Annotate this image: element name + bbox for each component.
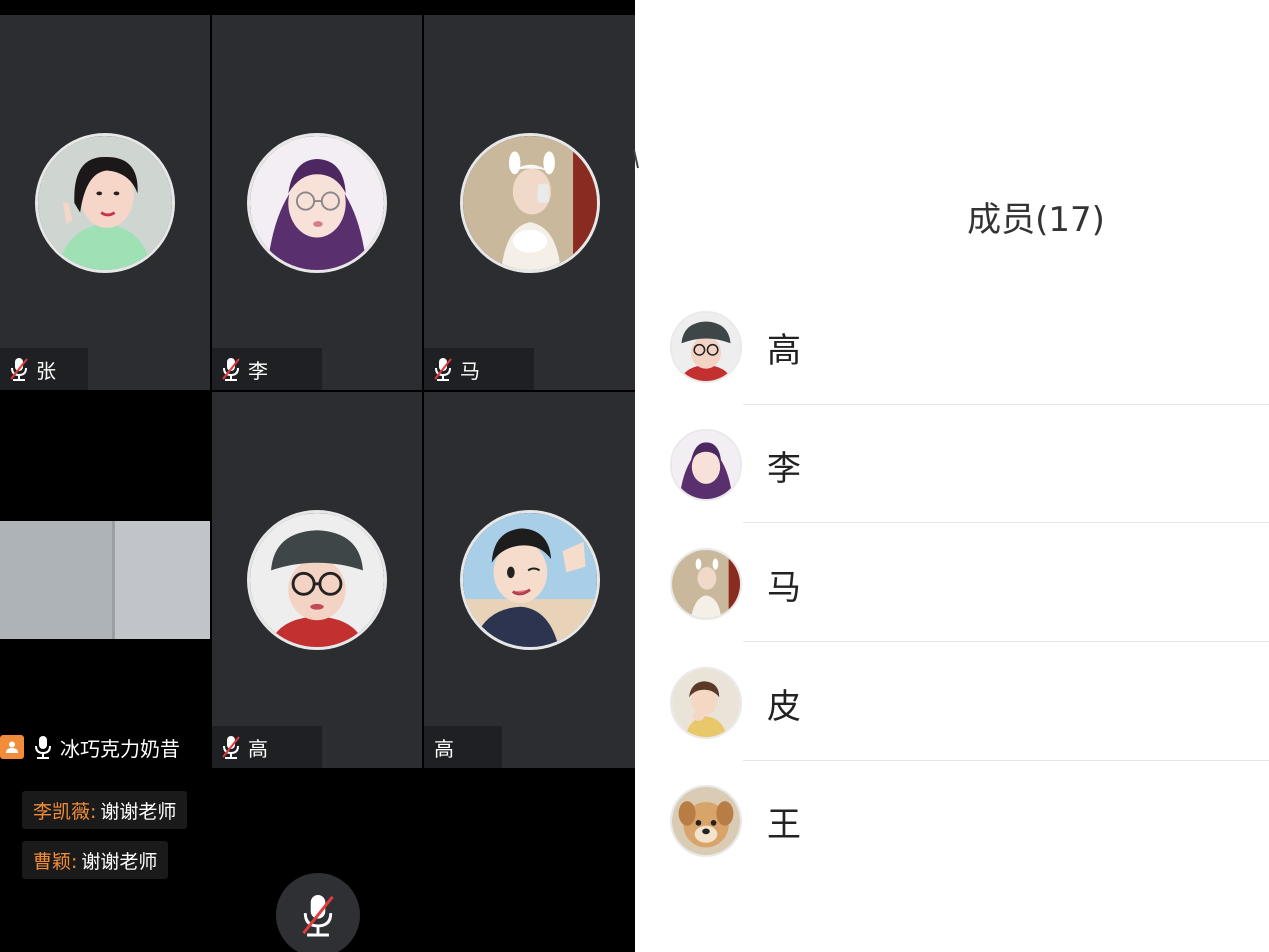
chat-text: 谢谢老师 — [100, 800, 177, 823]
participant-name: 李 — [248, 358, 268, 383]
member-panel: 成员(17) 高 李 马 皮 王 — [635, 0, 1269, 952]
participant-name-tag: 冰巧克力奶昔 — [0, 726, 210, 768]
participant-tile[interactable]: 张 — [0, 15, 210, 390]
chat-message: 曹颖: 谢谢老师 — [22, 841, 169, 879]
divider — [743, 641, 1269, 642]
participant-avatar — [247, 132, 387, 273]
participant-tile[interactable]: 李 — [212, 15, 422, 390]
chat-text: 谢谢老师 — [81, 850, 158, 873]
mic-muted-icon — [302, 895, 334, 937]
participant-tile[interactable]: 马 — [424, 15, 635, 390]
member-name: 李 — [767, 449, 801, 489]
member-name: 皮 — [767, 687, 801, 727]
member-list-item[interactable]: 皮 — [635, 643, 1269, 761]
member-name: 王 — [767, 805, 801, 845]
participant-avatar — [247, 510, 387, 650]
chat-sender: 曹颖: — [33, 850, 78, 873]
member-avatar — [670, 311, 742, 383]
member-avatar — [670, 548, 742, 620]
participant-avatar — [35, 132, 175, 273]
person-icon — [0, 735, 24, 759]
member-name: 马 — [767, 568, 801, 608]
member-list-item[interactable]: 王 — [635, 761, 1269, 879]
participant-name: 高 — [434, 736, 454, 761]
mic-muted-icon — [222, 358, 240, 381]
participant-tile[interactable]: 高 — [212, 392, 422, 768]
participant-name-tag: 张 — [0, 348, 88, 390]
camera-video — [0, 521, 210, 639]
participant-name-tag: 马 — [424, 348, 534, 390]
member-list-item[interactable]: 马 — [635, 524, 1269, 642]
member-avatar — [670, 785, 742, 857]
member-list-item[interactable]: 李 — [635, 405, 1269, 523]
mic-icon — [35, 736, 51, 759]
participant-avatar — [459, 132, 600, 273]
mic-muted-icon — [222, 736, 240, 759]
meeting-view: 张 李 马 冰巧克力奶昔 高 高 李凯薇: 谢谢老师 曹颖: 谢谢老师 — [0, 0, 635, 952]
divider — [743, 522, 1269, 523]
edge-artifact — [633, 149, 639, 169]
member-panel-title: 成员(17) — [967, 200, 1105, 240]
mic-muted-icon — [10, 358, 28, 381]
member-avatar — [670, 667, 742, 739]
participant-name: 马 — [460, 358, 480, 383]
participant-name: 张 — [36, 358, 56, 383]
participant-name-tag: 高 — [212, 726, 322, 768]
mic-toggle-button[interactable] — [276, 873, 360, 952]
mic-muted-icon — [434, 358, 452, 381]
participant-name-tag: 高 — [424, 726, 502, 768]
member-name: 高 — [767, 331, 801, 371]
chat-sender: 李凯薇: — [33, 800, 97, 823]
participant-name-tag: 李 — [212, 348, 322, 390]
participant-name: 高 — [248, 736, 268, 761]
chat-message: 李凯薇: 谢谢老师 — [22, 791, 188, 829]
participant-tile[interactable]: 高 — [424, 392, 635, 768]
participant-name: 冰巧克力奶昔 — [60, 736, 180, 761]
participant-avatar — [459, 510, 600, 650]
member-list-item[interactable]: 高 — [635, 287, 1269, 405]
member-avatar — [670, 429, 742, 501]
participant-tile-video[interactable]: 冰巧克力奶昔 — [0, 392, 210, 768]
